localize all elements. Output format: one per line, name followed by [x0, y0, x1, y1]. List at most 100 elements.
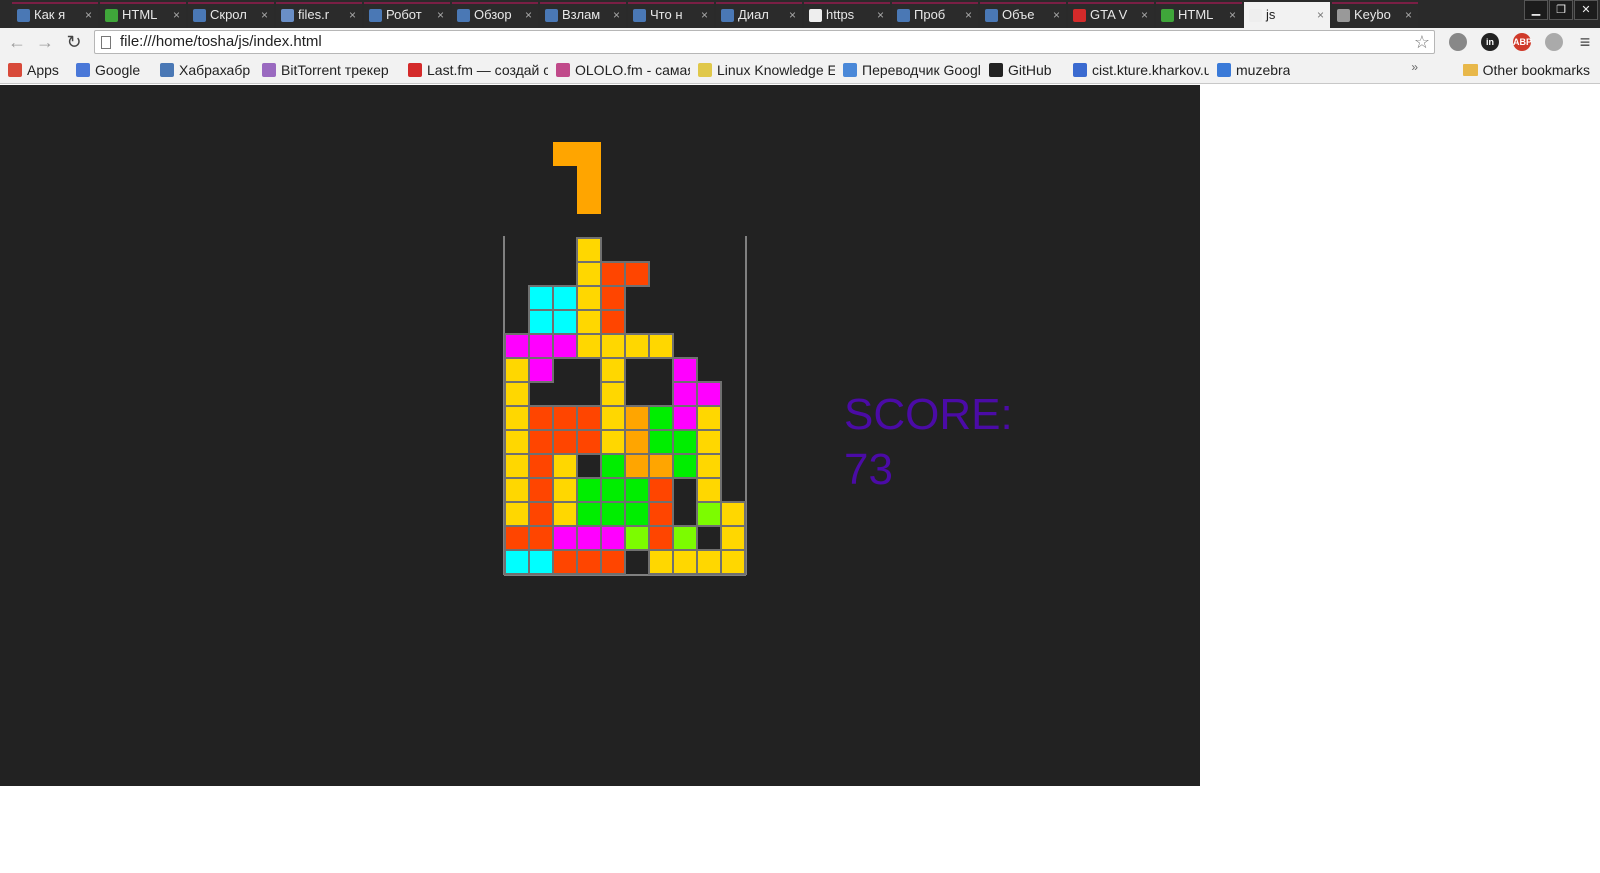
ghost-icon[interactable] — [1545, 33, 1563, 51]
tab-close-icon[interactable]: × — [1141, 4, 1148, 26]
tab-item[interactable]: Диал × — [716, 2, 802, 28]
tab-close-icon[interactable]: × — [1229, 4, 1236, 26]
bookmark-item[interactable]: OLOLO.fm - самая — [556, 61, 690, 79]
tab-active[interactable]: js × — [1244, 2, 1330, 28]
tab-close-icon[interactable]: × — [965, 4, 972, 26]
tab-item[interactable]: Проб × — [892, 2, 978, 28]
tab-item[interactable]: GTA V × — [1068, 2, 1154, 28]
tab-item[interactable]: Робот × — [364, 2, 450, 28]
tab-close-icon[interactable]: × — [1053, 4, 1060, 26]
bookmark-item[interactable]: Linux Knowledge E — [698, 61, 835, 79]
tab-item[interactable]: Взлам × — [540, 2, 626, 28]
habr-icon — [160, 63, 174, 77]
board-block — [552, 429, 578, 455]
board-block — [696, 381, 722, 407]
tab-close-icon[interactable]: × — [437, 4, 444, 26]
back-button[interactable]: ← — [6, 31, 28, 53]
board-block — [720, 501, 746, 527]
bookmark-item[interactable]: GitHub — [989, 61, 1052, 79]
tab-item[interactable]: Скрол × — [188, 2, 274, 28]
tab-item[interactable]: Keybo × — [1332, 2, 1418, 28]
github-icon — [989, 63, 1003, 77]
board-block — [528, 285, 554, 311]
files-icon — [281, 9, 294, 22]
board-block — [600, 525, 626, 551]
tab-close-icon[interactable]: × — [613, 4, 620, 26]
forward-button[interactable]: → — [34, 31, 56, 53]
tab-item[interactable]: Объе × — [980, 2, 1066, 28]
board-block — [576, 477, 602, 503]
tab-label: files.r — [298, 7, 330, 22]
tab-close-icon[interactable]: × — [261, 4, 268, 26]
tab-close-icon[interactable]: × — [877, 4, 884, 26]
bookmark-item[interactable]: BitTorrent трекер — [262, 61, 389, 79]
board-block — [672, 525, 698, 551]
board-block — [552, 405, 578, 431]
tab-close-icon[interactable]: × — [701, 4, 708, 26]
falling-piece-block — [553, 142, 577, 166]
board-block — [672, 405, 698, 431]
bookmark-label: BitTorrent трекер — [281, 62, 389, 78]
bookmarks-bar: » Other bookmarks Apps Google Хабрахабр Bit… — [0, 56, 1600, 84]
tab-item[interactable]: https × — [804, 2, 890, 28]
html-icon — [105, 9, 118, 22]
bookmark-item[interactable]: Apps — [8, 61, 59, 79]
url-text: file:///home/tosha/js/index.html — [120, 33, 322, 50]
board-block — [552, 309, 578, 335]
bookmark-item[interactable]: Google — [76, 61, 140, 79]
habr-icon — [897, 9, 910, 22]
tab-close-icon[interactable]: × — [349, 4, 356, 26]
tab-item[interactable]: files.r × — [276, 2, 362, 28]
tab-close-icon[interactable]: × — [173, 4, 180, 26]
bookmark-item[interactable]: Переводчик Googl — [843, 61, 981, 79]
tab-item[interactable]: HTML × — [100, 2, 186, 28]
bookmarks-overflow-chevron-icon[interactable]: » — [1411, 60, 1418, 74]
tab-label: Взлам — [562, 7, 601, 22]
translate-icon — [843, 63, 857, 77]
habr-icon — [633, 9, 646, 22]
tab-close-icon[interactable]: × — [1317, 4, 1324, 26]
bookmark-item[interactable]: Last.fm — создай с — [408, 61, 548, 79]
address-bar[interactable]: file:///home/tosha/js/index.html ☆ — [94, 30, 1435, 54]
close-window-button[interactable]: ✕ — [1574, 0, 1598, 20]
habr-icon — [17, 9, 30, 22]
reload-button[interactable]: ↻ — [63, 31, 85, 53]
tab-item[interactable]: Как я × — [12, 2, 98, 28]
minimize-button[interactable]: ▁ — [1524, 0, 1548, 20]
board-block — [600, 405, 626, 431]
tab-item[interactable]: Что н × — [628, 2, 714, 28]
board-block — [624, 429, 650, 455]
board-block — [624, 261, 650, 287]
board-block — [504, 357, 530, 383]
falling-piece-block — [577, 142, 601, 166]
document-icon — [698, 63, 712, 77]
ghostery-icon[interactable] — [1449, 33, 1467, 51]
bookmark-item[interactable]: cist.kture.kharkov.u — [1073, 61, 1209, 79]
restore-button[interactable]: ❐ — [1549, 0, 1573, 20]
tab-close-icon[interactable]: × — [1405, 4, 1412, 26]
board-block — [504, 405, 530, 431]
tetris-canvas[interactable] — [0, 85, 1200, 786]
board-block — [696, 429, 722, 455]
tab-close-icon[interactable]: × — [525, 4, 532, 26]
ololo-icon — [556, 63, 570, 77]
bookmark-item[interactable]: Хабрахабр — [160, 61, 250, 79]
tab-close-icon[interactable]: × — [85, 4, 92, 26]
menu-icon[interactable]: ≡ — [1574, 31, 1596, 53]
score-label: SCORE: — [844, 390, 1013, 439]
board-block — [504, 501, 530, 527]
tab-close-icon[interactable]: × — [789, 4, 796, 26]
board-block — [576, 237, 602, 263]
tab-item[interactable]: Обзор × — [452, 2, 538, 28]
board-block — [720, 549, 746, 575]
other-bookmarks-folder[interactable]: Other bookmarks — [1462, 61, 1590, 79]
board-block — [600, 501, 626, 527]
bookmark-label: muzebra — [1236, 62, 1291, 78]
bookmark-item[interactable]: muzebra — [1217, 61, 1290, 79]
adblock-icon[interactable]: ABP — [1513, 33, 1532, 51]
bookmark-star-icon[interactable]: ☆ — [1414, 31, 1430, 53]
linkedin-icon[interactable]: in — [1481, 33, 1499, 51]
board-block — [600, 453, 626, 479]
tab-item[interactable]: HTML × — [1156, 2, 1242, 28]
board-block — [600, 429, 626, 455]
